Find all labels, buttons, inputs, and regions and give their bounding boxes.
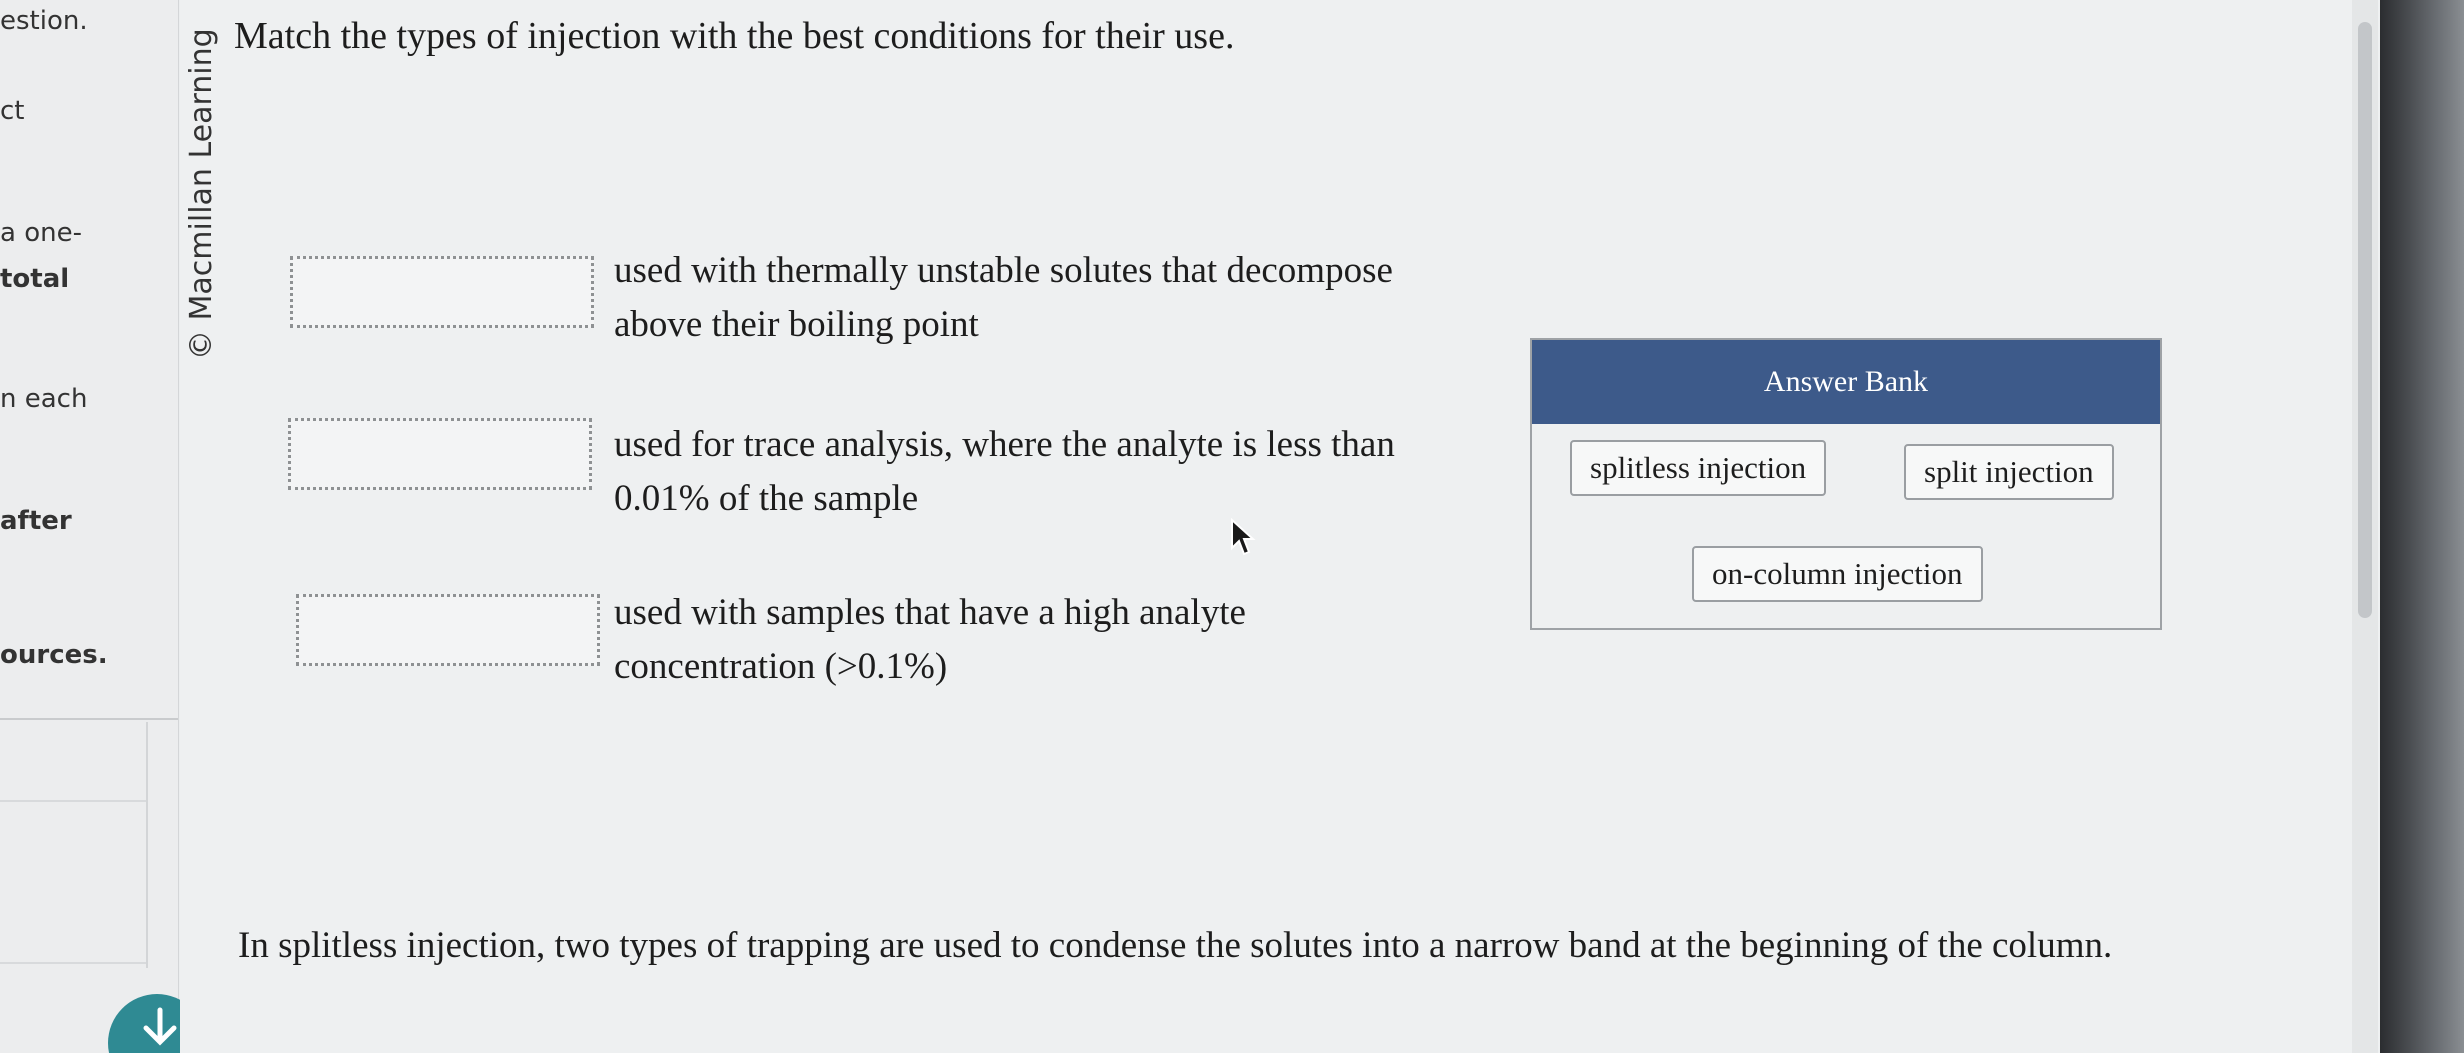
drop-target[interactable]	[296, 594, 600, 666]
scrollbar-thumb[interactable]	[2358, 22, 2372, 618]
sidebar-divider	[0, 718, 178, 720]
sidebar-fragment: ct	[0, 96, 25, 126]
left-sidebar: estion. ct a one- total n each after our…	[0, 0, 179, 1053]
answer-chip-splitless[interactable]: splitless injection	[1570, 440, 1827, 496]
sidebar-fragment: estion.	[0, 6, 88, 36]
sidebar-fragment: ources.	[0, 640, 108, 670]
mouse-pointer-icon	[1231, 518, 1256, 556]
copyright-credit: © Macmillan Learning	[184, 28, 219, 360]
target-description: used with samples that have a high analy…	[614, 592, 1246, 687]
sidebar-fragment: total	[0, 264, 70, 294]
target-description: used for trace analysis, where the analy…	[614, 424, 1395, 519]
sidebar-fragment: a one-	[0, 218, 82, 248]
answer-bank: Answer Bank splitless injection split in…	[1530, 338, 2162, 630]
arrow-down-icon	[143, 1007, 177, 1046]
answer-bank-title: Answer Bank	[1532, 340, 2160, 424]
drop-target[interactable]	[288, 418, 592, 490]
question-title: Match the types of injection with the be…	[234, 15, 1235, 57]
answer-chip-on-column[interactable]: on-column injection	[1692, 546, 1983, 602]
window-edge	[2380, 0, 2464, 1053]
sidebar-box	[0, 722, 148, 968]
sidebar-fragment: n each	[0, 384, 88, 414]
answer-chip-split[interactable]: split injection	[1904, 444, 2114, 500]
target-description: used with thermally unstable solutes tha…	[614, 250, 1393, 345]
sidebar-fragment: after	[0, 506, 72, 536]
drop-target[interactable]	[290, 256, 594, 328]
followup-statement: In splitless injection, two types of tra…	[238, 925, 2113, 966]
